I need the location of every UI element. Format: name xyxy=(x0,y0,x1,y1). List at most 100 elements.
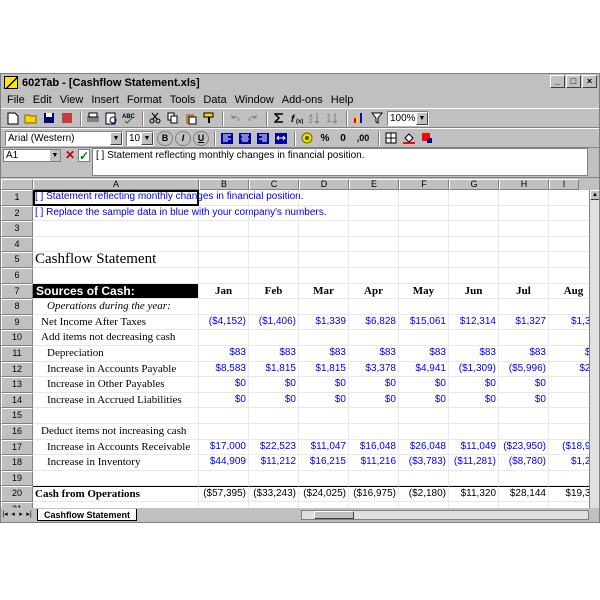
thousands-format-button[interactable]: 0 xyxy=(335,131,351,146)
cell-value[interactable] xyxy=(199,470,249,487)
cell-value[interactable] xyxy=(449,221,499,237)
italic-button[interactable]: I xyxy=(175,130,191,146)
cell-value[interactable]: $83 xyxy=(299,346,349,362)
cell-label[interactable]: Increase in Inventory xyxy=(33,455,199,471)
borders-icon[interactable] xyxy=(383,131,399,146)
cell-value[interactable]: $16,048 xyxy=(349,439,399,456)
save-icon[interactable] xyxy=(41,111,57,126)
cell-value[interactable] xyxy=(299,330,349,346)
cell-label[interactable]: [ ] Replace the sample data in blue with… xyxy=(33,205,327,222)
cell-value[interactable] xyxy=(399,408,449,424)
cell-value[interactable]: $17,000 xyxy=(199,439,249,456)
name-box[interactable]: A1 ▼ xyxy=(3,149,61,162)
cell-value[interactable]: ($1,406) xyxy=(249,314,299,331)
cell-value[interactable]: ($1,309) xyxy=(449,361,499,378)
cell-value[interactable]: ($33,243) xyxy=(249,486,299,502)
cell-value[interactable] xyxy=(449,408,499,424)
cell-value[interactable] xyxy=(199,190,249,206)
cell-value[interactable]: $0 xyxy=(349,392,399,409)
cell-value[interactable] xyxy=(349,408,399,424)
cell-grid[interactable]: 1[ ] Statement reflecting monthly change… xyxy=(1,190,589,508)
cell-value[interactable] xyxy=(299,268,349,284)
cell-value[interactable] xyxy=(299,205,349,222)
cell-value[interactable]: ($3,783) xyxy=(399,455,449,471)
cell-value[interactable] xyxy=(449,205,499,222)
filter-icon[interactable] xyxy=(369,111,385,126)
paste-icon[interactable] xyxy=(183,111,199,126)
cell-value[interactable]: $ xyxy=(549,393,589,409)
cell-value[interactable]: Jun xyxy=(449,283,499,300)
chevron-down-icon[interactable]: ▼ xyxy=(141,131,153,145)
cell-value[interactable]: $1,339 xyxy=(299,314,349,331)
cell-value[interactable] xyxy=(199,252,249,268)
cell-value[interactable] xyxy=(249,236,299,253)
menu-edit[interactable]: Edit xyxy=(33,94,52,106)
close-doc-icon[interactable] xyxy=(59,111,75,126)
menu-help[interactable]: Help xyxy=(331,94,354,106)
cell-value[interactable] xyxy=(349,470,399,487)
row-header[interactable]: 13 xyxy=(1,377,33,393)
menu-file[interactable]: File xyxy=(7,94,25,106)
cell-value[interactable]: $8,583 xyxy=(199,361,249,378)
cell-value[interactable]: Jul xyxy=(499,283,549,300)
cell-value[interactable] xyxy=(399,252,449,268)
cell-value[interactable] xyxy=(499,299,549,315)
cell-value[interactable] xyxy=(449,268,499,284)
cell-value[interactable]: $22,523 xyxy=(249,439,299,456)
last-sheet-icon[interactable]: ▸| xyxy=(25,510,33,520)
cell-value[interactable] xyxy=(199,330,249,346)
cell-value[interactable]: $11,047 xyxy=(299,439,349,456)
cell-value[interactable] xyxy=(499,424,549,440)
print-preview-icon[interactable] xyxy=(103,111,119,126)
first-sheet-icon[interactable]: |◂ xyxy=(1,510,9,520)
row-header[interactable]: 12 xyxy=(1,361,33,378)
cell-value[interactable]: $4,941 xyxy=(399,361,449,378)
cell-label[interactable]: Depreciation xyxy=(33,346,199,362)
cell-value[interactable]: $44,909 xyxy=(199,455,249,471)
cell-value[interactable] xyxy=(249,424,299,440)
menu-addons[interactable]: Add-ons xyxy=(282,94,323,106)
row-header[interactable]: 2 xyxy=(1,205,33,222)
currency-format-icon[interactable] xyxy=(299,131,315,146)
cell-value[interactable] xyxy=(349,330,399,346)
cell-value[interactable] xyxy=(249,299,299,315)
font-size-select[interactable]: 10 ▼ xyxy=(126,130,154,146)
cell-label[interactable] xyxy=(33,221,199,237)
cell-value[interactable]: ($5,996) xyxy=(499,361,549,378)
merge-center-icon[interactable] xyxy=(273,131,289,146)
minimize-button[interactable]: _ xyxy=(550,75,565,88)
cell-value[interactable] xyxy=(399,190,449,206)
cell-value[interactable]: $0 xyxy=(399,377,449,393)
cell-value[interactable] xyxy=(449,252,499,268)
cancel-edit-icon[interactable]: ✕ xyxy=(64,149,76,162)
cell-value[interactable] xyxy=(249,330,299,346)
column-header-a[interactable]: A xyxy=(33,179,199,190)
bold-button[interactable]: B xyxy=(157,130,173,146)
chevron-down-icon[interactable]: ▼ xyxy=(110,131,122,145)
chevron-down-icon[interactable]: ▼ xyxy=(416,111,428,125)
formula-scrollbar[interactable] xyxy=(589,148,599,176)
menu-view[interactable]: View xyxy=(60,94,84,106)
column-header-b[interactable]: B xyxy=(199,179,249,190)
confirm-edit-icon[interactable]: ✓ xyxy=(78,149,90,162)
cell-value[interactable] xyxy=(449,299,499,315)
cell-value[interactable] xyxy=(349,190,399,206)
next-sheet-icon[interactable]: ▸ xyxy=(17,510,25,520)
cell-value[interactable] xyxy=(349,236,399,253)
cell-value[interactable]: ($11,281) xyxy=(449,455,499,471)
print-icon[interactable] xyxy=(85,111,101,126)
column-header-g[interactable]: G xyxy=(449,179,499,190)
cell-value[interactable] xyxy=(449,424,499,440)
row-header[interactable]: 5 xyxy=(1,252,33,268)
cell-value[interactable]: $11,049 xyxy=(449,439,499,456)
cell-value[interactable]: $83 xyxy=(449,346,499,362)
cell-value[interactable] xyxy=(249,221,299,237)
row-header[interactable]: 1 xyxy=(1,190,33,206)
column-header-h[interactable]: H xyxy=(499,179,549,190)
cell-value[interactable]: ($57,395) xyxy=(199,486,249,502)
cell-value[interactable]: $0 xyxy=(349,377,399,393)
row-header[interactable]: 19 xyxy=(1,470,33,487)
cell-label[interactable]: Increase in Accounts Payable xyxy=(33,361,199,378)
row-header[interactable]: 20 xyxy=(1,486,33,502)
cell-value[interactable] xyxy=(249,252,299,268)
